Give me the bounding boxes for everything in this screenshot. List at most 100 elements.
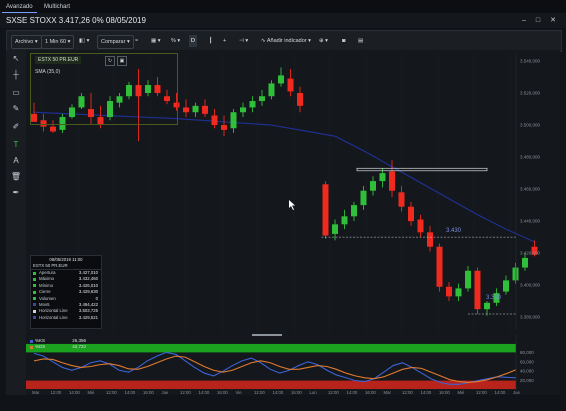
price-tick-label: 3.440,000 xyxy=(520,219,541,224)
candle-body xyxy=(341,216,348,225)
font-icon[interactable]: A xyxy=(6,154,26,168)
candle-body xyxy=(268,83,275,97)
legend-row: %DS 42,722 xyxy=(30,344,86,350)
percent-label: % xyxy=(171,38,176,44)
text-icon[interactable]: T xyxy=(6,138,26,152)
time-tick-label: 14:00 xyxy=(495,390,506,395)
tab-avanzado[interactable]: Avanzado xyxy=(2,2,37,13)
time-tick-label: Mié xyxy=(88,390,96,395)
candle-body xyxy=(221,125,227,130)
candle-body xyxy=(249,101,256,108)
candle-body xyxy=(192,105,199,113)
candle-body xyxy=(474,270,481,310)
chart-type-icon[interactable]: ▮▯ ▾ xyxy=(77,35,91,47)
candle-body xyxy=(230,112,237,129)
window-titlebar: SXSE STOXX 3.417,26 0% 08/05/2019 – □ ✕ xyxy=(0,13,566,28)
scale-icon[interactable]: ≈ xyxy=(133,35,140,47)
legend-value: 42,722 xyxy=(72,344,86,349)
print-icon[interactable]: ▤ xyxy=(356,35,365,47)
time-tick-label: Mar xyxy=(384,390,392,395)
row-swatch xyxy=(33,316,36,320)
legend-name: %DS xyxy=(35,344,46,349)
time-tick-label: 14:00 xyxy=(125,390,136,395)
oscillator-tick-label: 60,000 xyxy=(520,359,534,364)
price-tick-label: 3.380,000 xyxy=(520,315,541,320)
data-panel: 08/05/2019 11:00 ESTX 50 PR.EUR Apertura… xyxy=(30,255,102,329)
rectangle-icon[interactable]: ▭ xyxy=(6,86,26,100)
file-menu-button[interactable]: Archivo ▾ xyxy=(11,35,42,49)
trash-icon[interactable]: 🗑 xyxy=(6,170,26,184)
data-panel-rows: Apertura 3.427,010 Máximo 3.432,460 Mínimo 3.… xyxy=(31,270,101,321)
oscillator-tick-label: 40,000 xyxy=(520,369,534,374)
price-tick-label: 3.420,000 xyxy=(520,251,541,256)
info-sma-label: SMA (35,0) xyxy=(35,69,61,75)
legend-swatch xyxy=(30,345,33,349)
time-tick-label: 14:00 xyxy=(347,390,358,395)
price-tick-label: 3.520,000 xyxy=(520,91,541,96)
candle-body xyxy=(297,93,303,106)
data-panel-datetime: 08/05/2019 11:00 xyxy=(49,257,83,262)
eyedropper-icon[interactable]: ✒ xyxy=(6,186,26,200)
candle-body xyxy=(351,205,357,217)
row-swatch xyxy=(33,309,36,313)
candle-body xyxy=(427,232,433,247)
time-axis: Mar 12:00 14:00 Mié 12:00 14:00 16:00 Jue 12:00 1… xyxy=(32,390,521,395)
oscillator-tick-label: 80,000 xyxy=(520,350,534,355)
time-tick-label: Mié xyxy=(458,390,466,395)
time-tick-label: 12:00 xyxy=(106,390,117,395)
oversold-band xyxy=(26,380,516,390)
time-tick-label: 16:00 xyxy=(365,390,376,395)
window-controls: – □ ✕ xyxy=(516,13,560,28)
overbought-band xyxy=(26,343,516,353)
line-tool-icon[interactable]: ┃ xyxy=(207,35,214,47)
refresh-icon[interactable]: ↻ xyxy=(105,56,115,66)
candle-body xyxy=(322,184,329,236)
annotation-3430: 3.430 xyxy=(446,228,462,234)
percent-button[interactable]: % ▾ xyxy=(169,35,182,47)
data-panel-symbol: ESTX 50 PR.EUR xyxy=(31,263,101,270)
settings-icon[interactable]: ▣ xyxy=(117,56,127,66)
camera-icon[interactable]: ◙ xyxy=(340,35,347,47)
indicators-icon[interactable]: ▦ ▾ xyxy=(149,35,163,47)
oscillator-panel: 80,000 60,000 40,000 20,000 xyxy=(26,333,534,392)
crosshair-icon[interactable]: ┼ xyxy=(6,68,26,82)
row-label: Horizontal Line xyxy=(39,314,68,320)
time-tick-label: Jue xyxy=(513,390,521,395)
candle-body xyxy=(183,107,189,113)
time-tick-label: Mar xyxy=(32,390,40,395)
minimize-icon[interactable]: – xyxy=(522,17,530,24)
candle-body xyxy=(398,192,405,207)
candle-body xyxy=(202,105,208,114)
candle-body xyxy=(436,246,443,287)
cursor-icon[interactable]: ↖ xyxy=(6,52,26,66)
annotation-3390: 3.390 xyxy=(486,295,502,301)
zoom-icon[interactable]: ⊕ ▾ xyxy=(317,35,330,47)
close-icon[interactable]: ✕ xyxy=(550,17,560,24)
drawing-mode-button[interactable]: D xyxy=(189,35,197,47)
time-tick-label: 16:00 xyxy=(439,390,450,395)
add-indicator-label: Añadir indicador xyxy=(266,38,307,44)
interval-select[interactable]: 1 Min 60 ▾ xyxy=(41,35,75,49)
file-menu-label: Archivo xyxy=(15,39,34,45)
time-tick-label: 16:00 xyxy=(291,390,302,395)
maximize-icon[interactable]: □ xyxy=(536,17,544,24)
row-swatch xyxy=(33,290,36,294)
tab-multichart[interactable]: Multichart xyxy=(40,2,74,12)
price-tick-label: 3.480,000 xyxy=(520,155,541,160)
candle-body xyxy=(360,190,367,206)
pencil-icon[interactable]: ✐ xyxy=(6,120,26,134)
info-symbol: ESTX 50 PR.EUR xyxy=(35,56,82,64)
time-tick-label: Vie xyxy=(236,390,243,395)
row-swatch xyxy=(33,303,36,307)
add-indicator-button[interactable]: ∿ Añadir indicador ▾ xyxy=(259,35,313,47)
brush-icon[interactable]: ✎ xyxy=(6,102,26,116)
time-tick-label: 14:00 xyxy=(199,390,210,395)
candle-body xyxy=(211,115,218,126)
legend-swatch xyxy=(30,339,33,343)
compare-button[interactable]: Comparar ▾ xyxy=(97,35,134,49)
oscillator-tick-label: 20,000 xyxy=(520,378,534,383)
add-indicator-icon: ∿ xyxy=(261,38,266,44)
measure-tool-icon[interactable]: ⊣ ▾ xyxy=(237,35,250,47)
row-swatch xyxy=(33,284,36,288)
crosshair-tool-icon[interactable]: + xyxy=(221,35,228,47)
